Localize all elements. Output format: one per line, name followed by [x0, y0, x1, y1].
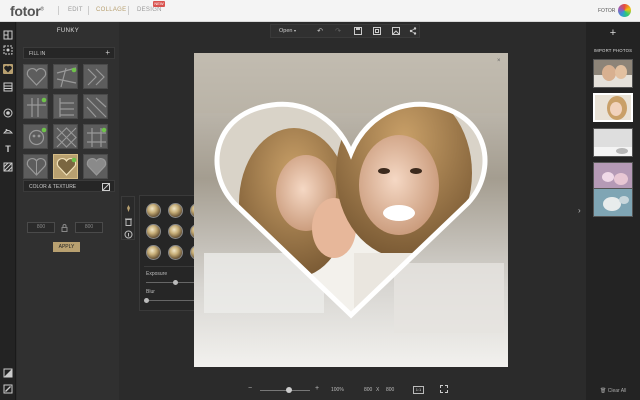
image-icon[interactable]: [391, 27, 401, 37]
crop-icon[interactable]: [372, 27, 382, 37]
shape-tile[interactable]: [83, 64, 108, 89]
shape-tile[interactable]: [23, 124, 48, 149]
delete-icon[interactable]: [124, 213, 133, 226]
filter-swatch[interactable]: [168, 224, 183, 239]
zoom-in-button[interactable]: +: [315, 385, 319, 392]
photo-tools-rail: [121, 196, 135, 240]
width-field[interactable]: 800: [27, 222, 55, 233]
close-icon[interactable]: ×: [497, 58, 501, 64]
fill-in-section[interactable]: FILL IN +: [23, 47, 115, 59]
filter-swatch[interactable]: [168, 203, 183, 218]
filter-swatch[interactable]: [146, 245, 161, 260]
shape-tile[interactable]: [83, 154, 108, 179]
brand-label: FOTOR: [598, 8, 616, 14]
filter-icon[interactable]: [124, 200, 133, 212]
zoom-slider-handle[interactable]: [286, 387, 292, 393]
add-fill-button[interactable]: +: [105, 48, 110, 57]
color-texture-label: COLOR & TEXTURE: [29, 184, 77, 190]
filter-swatch[interactable]: [168, 245, 183, 260]
left-tool-rail: T: [0, 22, 16, 400]
photo-thumbnail[interactable]: [593, 128, 633, 157]
photo-thumbnail-selected[interactable]: [593, 93, 633, 122]
lock-icon[interactable]: [61, 224, 68, 234]
template-icon[interactable]: [3, 30, 13, 40]
sticker-icon[interactable]: [3, 108, 13, 118]
blur-slider-handle[interactable]: [144, 298, 149, 303]
nav-divider: [58, 6, 59, 15]
canvas-height[interactable]: 800: [386, 387, 394, 393]
color-texture-section[interactable]: COLOR & TEXTURE: [23, 180, 115, 192]
new-badge: NEW: [153, 1, 165, 7]
nav-divider: [88, 6, 89, 15]
exposure-slider-handle[interactable]: [173, 280, 178, 285]
import-photos-button[interactable]: + IMPORT PHOTOS: [590, 28, 636, 54]
nav-divider: [128, 6, 129, 15]
text-icon[interactable]: T: [3, 144, 13, 154]
plus-icon: +: [609, 27, 617, 39]
shape-tile[interactable]: [83, 124, 108, 149]
top-toolbar: Open ▾ ↶ ↷: [270, 24, 420, 38]
collage-canvas[interactable]: [194, 53, 508, 367]
open-menu[interactable]: Open ▾: [279, 28, 296, 34]
photo-thumbnail[interactable]: [593, 188, 633, 217]
collage-photo: [194, 53, 508, 367]
blur-label: Blur: [146, 289, 155, 295]
share-icon[interactable]: [408, 27, 418, 37]
zoom-bar: − + 100% 800 X 800 1:1: [248, 384, 454, 396]
clear-all-button[interactable]: 🗑 Clear All: [600, 388, 626, 394]
chevron-right-icon[interactable]: ›: [578, 206, 581, 215]
shape-icon[interactable]: [3, 64, 13, 74]
shape-tile[interactable]: [23, 64, 48, 89]
dimension-separator: X: [376, 387, 380, 393]
photo-strip: + IMPORT PHOTOS: [586, 22, 640, 400]
height-field[interactable]: 800: [75, 222, 103, 233]
top-bar: fotor® EDIT COLLAGE DESIGN NEW FOTOR: [0, 0, 640, 22]
exposure-label: Exposure: [146, 271, 168, 277]
fill-in-label: FILL IN: [29, 51, 46, 57]
canvas-width[interactable]: 800: [364, 387, 372, 393]
info-icon[interactable]: [124, 226, 133, 239]
pattern-icon[interactable]: [102, 183, 110, 193]
pattern-icon[interactable]: [3, 162, 13, 172]
tab-edit[interactable]: EDIT: [68, 7, 83, 13]
stitch-icon[interactable]: [3, 82, 13, 92]
shape-panel: FUNKY FILL IN + COLOR & TEXTURE 800 800 …: [17, 22, 119, 400]
edit-icon[interactable]: [3, 384, 13, 396]
save-icon[interactable]: [353, 27, 363, 37]
background-icon[interactable]: [3, 368, 13, 380]
fullscreen-icon[interactable]: [440, 385, 448, 395]
fotor-logo[interactable]: fotor®: [10, 3, 44, 19]
zoom-out-button[interactable]: −: [248, 385, 252, 392]
undo-icon[interactable]: ↶: [315, 27, 325, 37]
shape-tile[interactable]: [23, 94, 48, 119]
actual-size-button[interactable]: 1:1: [413, 386, 424, 394]
shape-tile[interactable]: [53, 64, 78, 89]
shape-tile[interactable]: [23, 154, 48, 179]
tab-design[interactable]: DESIGN: [137, 7, 162, 13]
shape-tile-heart-selected[interactable]: [53, 154, 78, 179]
clipart-icon[interactable]: [2, 126, 14, 136]
freestyle-icon[interactable]: [3, 45, 13, 55]
tab-collage[interactable]: COLLAGE: [96, 7, 126, 13]
zoom-slider-track[interactable]: [260, 390, 310, 391]
photo-thumbnail[interactable]: [593, 162, 633, 191]
shape-tile[interactable]: [53, 124, 78, 149]
apply-button[interactable]: APPLY: [53, 242, 80, 252]
shape-tile[interactable]: [53, 94, 78, 119]
fotor-color-wheel-icon[interactable]: [618, 4, 631, 17]
fotor-collage-app: fotor® EDIT COLLAGE DESIGN NEW FOTOR T F…: [0, 0, 640, 400]
filter-swatch[interactable]: [146, 224, 161, 239]
filter-swatch[interactable]: [146, 203, 161, 218]
shape-tile[interactable]: [83, 94, 108, 119]
panel-title: FUNKY: [56, 28, 80, 34]
redo-icon[interactable]: ↷: [333, 27, 343, 37]
photo-thumbnail[interactable]: [593, 59, 633, 88]
zoom-value: 100%: [331, 387, 344, 393]
